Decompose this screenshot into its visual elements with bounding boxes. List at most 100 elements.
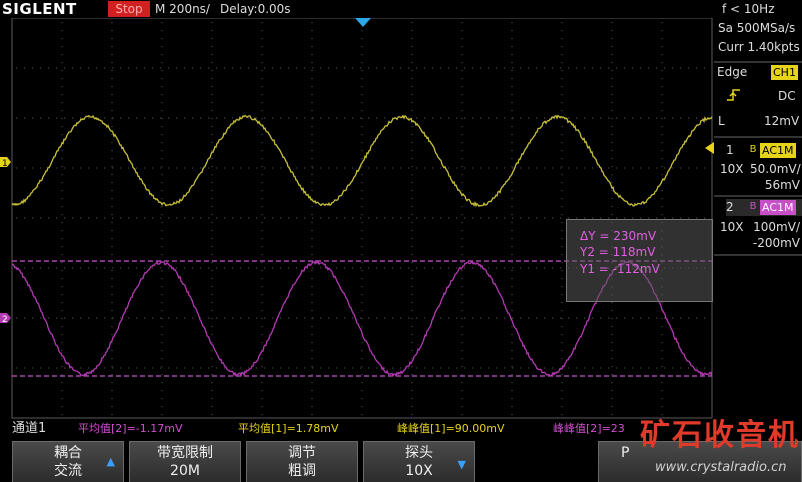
grid-dot — [288, 367, 290, 369]
grid-dot — [616, 317, 618, 319]
grid-dot — [261, 214, 263, 216]
grid-dot — [144, 67, 146, 69]
grid-dot — [161, 22, 163, 24]
grid-dot — [161, 150, 163, 152]
grid-dot — [592, 67, 594, 69]
grid-dot — [411, 326, 413, 328]
grid-dot — [128, 67, 130, 69]
grid-dot — [61, 310, 63, 312]
grid-dot — [104, 317, 106, 319]
softkey-bandwidth-limit[interactable]: 带宽限制 20M — [129, 441, 241, 482]
grid-dot — [511, 334, 513, 336]
grid-dot — [511, 254, 513, 256]
grid-dot — [80, 67, 82, 69]
grid-dot — [472, 367, 474, 369]
grid-dot — [424, 317, 426, 319]
grid-dot — [328, 167, 330, 169]
trigger-panel[interactable]: Edge CH1 — [717, 64, 802, 81]
grid-dot — [361, 86, 363, 88]
grid-dot — [96, 167, 98, 169]
softkey-coupling[interactable]: 耦合 交流 ▲ — [12, 441, 124, 482]
grid-dot — [311, 38, 313, 40]
trigger-source-badge: CH1 — [771, 65, 798, 80]
grid-dot — [592, 317, 594, 319]
grid-dot — [672, 67, 674, 69]
grid-dot — [461, 238, 463, 240]
grid-dot — [611, 150, 613, 152]
grid-dot — [311, 390, 313, 392]
grid-dot — [480, 317, 482, 319]
grid-dot — [211, 46, 213, 48]
grid-dot — [411, 270, 413, 272]
grid-dot — [261, 70, 263, 72]
grid-dot — [88, 367, 90, 369]
grid-dot — [472, 117, 474, 119]
grid-dot — [176, 167, 178, 169]
arrow-up-icon: ▲ — [106, 455, 115, 468]
grid-dot — [600, 367, 602, 369]
grid-dot — [561, 310, 563, 312]
grid-dot — [661, 158, 663, 160]
ch2-info[interactable]: 2 B AC1M — [726, 199, 802, 216]
grid-dot — [280, 267, 282, 269]
grid-dot — [311, 62, 313, 64]
grid-dot — [568, 117, 570, 119]
grid-dot — [104, 367, 106, 369]
grid-dot — [304, 117, 306, 119]
grid-dot — [104, 117, 106, 119]
grid-dot — [211, 406, 213, 408]
ch1-offset: 56mV — [764, 178, 800, 192]
grid-dot — [561, 374, 563, 376]
run-state-badge[interactable]: Stop — [108, 1, 150, 17]
grid-dot — [256, 217, 258, 219]
grid-dot — [408, 367, 410, 369]
grid-dot — [411, 102, 413, 104]
grid-dot — [161, 238, 163, 240]
grid-dot — [280, 117, 282, 119]
grid-dot — [111, 334, 113, 336]
grid-dot — [112, 217, 114, 219]
softkey-adjust[interactable]: 调节 粗调 — [246, 441, 358, 482]
grid-dot — [311, 110, 313, 112]
softkey-bandwidth-value: 20M — [170, 463, 200, 479]
grid-dot — [111, 54, 113, 56]
grid-dot — [311, 30, 313, 32]
timebase-readout: M 200ns/ — [155, 2, 210, 16]
grid-dot — [152, 217, 154, 219]
grid-dot — [208, 267, 210, 269]
grid-dot — [411, 110, 413, 112]
grid-dot — [112, 367, 114, 369]
measurement-pkpk-ch1: 峰峰值[1]=90.00mV — [397, 422, 505, 435]
grid-dot — [161, 382, 163, 384]
grid-dot — [161, 126, 163, 128]
grid-dot — [248, 67, 250, 69]
grid-dot — [411, 22, 413, 24]
grid-dot — [611, 46, 613, 48]
grid-dot — [511, 390, 513, 392]
grid-dot — [520, 117, 522, 119]
grid-dot — [496, 67, 498, 69]
grid-dot — [168, 267, 170, 269]
softkey-probe[interactable]: 探头 10X ▼ — [363, 441, 475, 482]
grid-dot — [411, 350, 413, 352]
ch1-info[interactable]: 1 B AC1M — [726, 142, 802, 159]
grid-dot — [411, 62, 413, 64]
grid-dot — [608, 317, 610, 319]
grid-dot — [111, 110, 113, 112]
grid-dot — [264, 67, 266, 69]
grid-dot — [520, 67, 522, 69]
grid-dot — [656, 367, 658, 369]
grid-dot — [208, 217, 210, 219]
grid-dot — [61, 46, 63, 48]
grid-dot — [72, 67, 74, 69]
grid-dot — [120, 217, 122, 219]
grid-dot — [376, 117, 378, 119]
grid-dot — [511, 198, 513, 200]
grid-dot — [120, 267, 122, 269]
grid-dot — [480, 267, 482, 269]
grid-dot — [216, 317, 218, 319]
grid-dot — [568, 167, 570, 169]
grid-dot — [111, 246, 113, 248]
grid-dot — [680, 367, 682, 369]
grid-dot — [424, 367, 426, 369]
